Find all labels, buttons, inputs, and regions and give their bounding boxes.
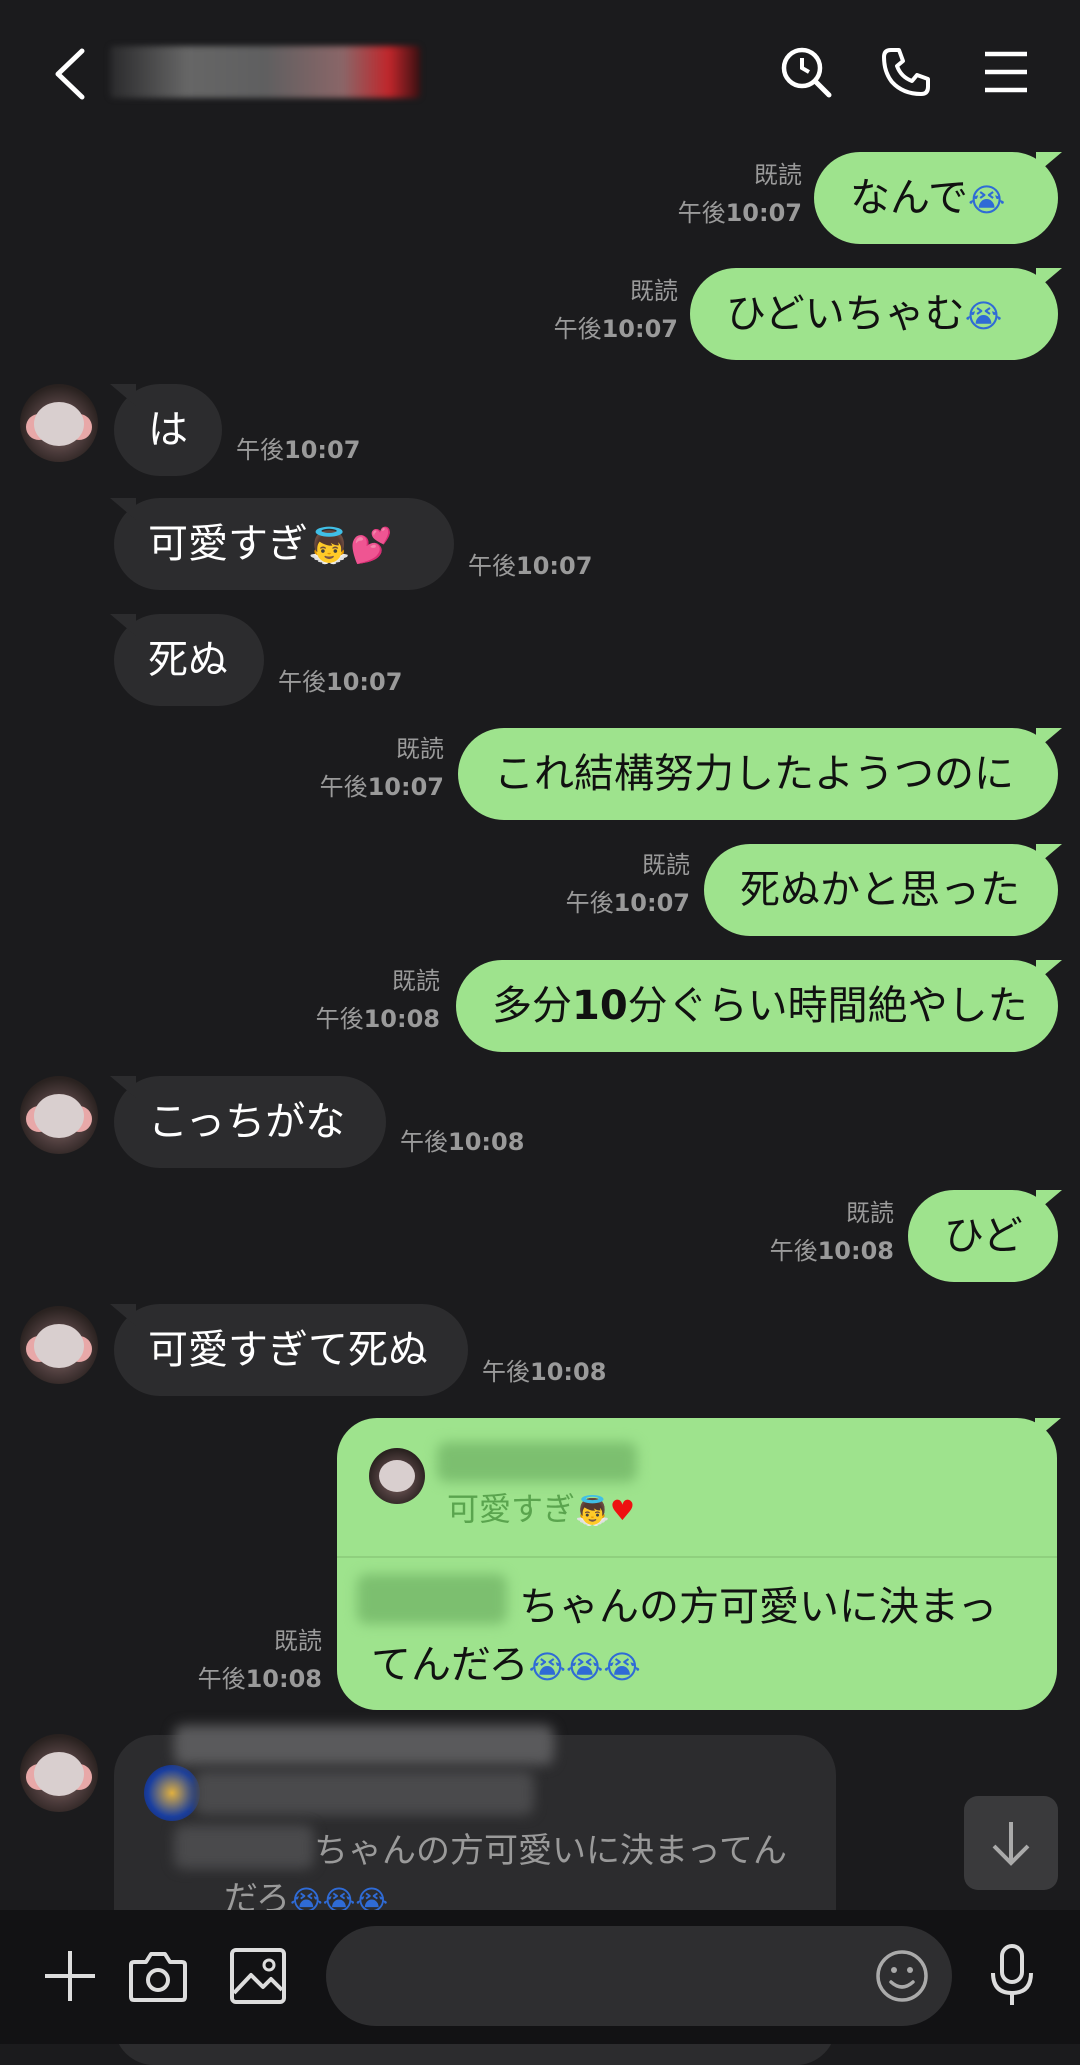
quoted-name-redacted — [174, 1725, 554, 1765]
image-button[interactable] — [226, 1944, 290, 2008]
message-bubble-out[interactable]: 死ぬかと思った — [704, 844, 1058, 936]
message-bubble-in[interactable]: は — [114, 384, 222, 476]
message-bubble-out[interactable]: なんで😭 — [814, 152, 1058, 244]
smile-icon — [876, 1950, 928, 2002]
camera-icon — [129, 1952, 187, 2002]
message-input[interactable] — [326, 1926, 952, 2026]
message-bubble-out[interactable]: これ結構努力したようつのに — [458, 728, 1058, 820]
back-button[interactable] — [44, 44, 94, 104]
reply-line-1: ちゃんの方可愛いに決まってん — [314, 1831, 787, 1871]
contact-name-redacted — [110, 46, 420, 98]
crying-emoji-icon: 😭 — [964, 297, 1003, 335]
reply-line-1: ちゃんの方可愛いに決まっ — [519, 1584, 998, 1630]
quoted-avatar — [369, 1448, 425, 1504]
angel-emoji-icon: 👼 — [308, 526, 351, 566]
image-icon — [230, 1948, 286, 2004]
read-receipt: 既読 午後10:07 — [677, 161, 802, 227]
message-bubble-in[interactable]: 可愛すぎ👼💕 — [114, 498, 454, 590]
read-receipt: 既読 午後10:07 — [553, 277, 678, 343]
read-receipt: 既読 午後10:08 — [315, 967, 440, 1033]
quoted-name-redacted — [437, 1442, 637, 1482]
hearts-emoji-icon: 💕 — [350, 526, 393, 566]
chevron-left-icon — [55, 48, 85, 100]
call-button[interactable] — [876, 42, 936, 102]
quoted-avatar — [144, 1765, 200, 1821]
search-button[interactable] — [776, 42, 836, 102]
read-receipt: 既読 午後10:08 — [769, 1199, 894, 1265]
message-time: 午後10:08 — [400, 1128, 525, 1156]
menu-icon — [985, 51, 1027, 93]
add-button[interactable] — [40, 1946, 100, 2006]
voice-button[interactable] — [982, 1940, 1042, 2010]
quoted-name-redacted — [194, 1771, 534, 1815]
message-time: 午後10:07 — [468, 552, 593, 580]
avatar[interactable] — [20, 1734, 98, 1812]
mic-icon — [991, 1944, 1033, 2005]
name-redacted — [174, 1825, 314, 1869]
message-bubble-in[interactable]: こっちがな — [114, 1076, 386, 1168]
quote-divider — [337, 1556, 1057, 1558]
scroll-to-bottom-button[interactable] — [964, 1796, 1058, 1890]
quoted-text: 可愛すぎ👼♥ — [447, 1490, 635, 1528]
emoji-button[interactable] — [872, 1946, 932, 2006]
read-receipt: 既読 午後10:08 — [197, 1627, 322, 1693]
plus-icon — [45, 1951, 95, 2001]
read-receipt: 既読 午後10:07 — [319, 735, 444, 801]
message-bubble-in[interactable]: 死ぬ — [114, 614, 264, 706]
message-time: 午後10:07 — [236, 436, 361, 464]
message-time: 午後10:08 — [482, 1358, 607, 1386]
read-receipt: 既読 午後10:07 — [565, 851, 690, 917]
chat-header — [0, 0, 1080, 140]
reply-message-bubble-out[interactable]: 可愛すぎ👼♥ ちゃんの方可愛いに決まっ てんだろ😭😭😭 — [337, 1418, 1057, 1710]
arrow-down-icon — [992, 1822, 1030, 1866]
menu-button[interactable] — [976, 42, 1036, 102]
camera-button[interactable] — [126, 1944, 190, 2008]
search-icon — [781, 47, 832, 98]
reply-line-2: てんだろ😭😭😭 — [371, 1642, 641, 1688]
phone-icon — [882, 48, 930, 96]
crying-emoji-icon: 😭 — [968, 181, 1006, 219]
message-time: 午後10:07 — [278, 668, 403, 696]
avatar[interactable] — [20, 384, 98, 462]
avatar[interactable] — [20, 1306, 98, 1384]
message-bubble-out[interactable]: ひど — [908, 1190, 1058, 1282]
message-bubble-out[interactable]: ひどいちゃむ😭 — [690, 268, 1058, 360]
avatar[interactable] — [20, 1076, 98, 1154]
crying-emoji-icon: 😭😭😭 — [528, 1648, 641, 1686]
message-bubble-out[interactable]: 多分10分ぐらい時間絶やした — [456, 960, 1058, 1052]
message-bubble-in[interactable]: 可愛すぎて死ぬ — [114, 1304, 468, 1396]
name-redacted — [357, 1574, 507, 1624]
